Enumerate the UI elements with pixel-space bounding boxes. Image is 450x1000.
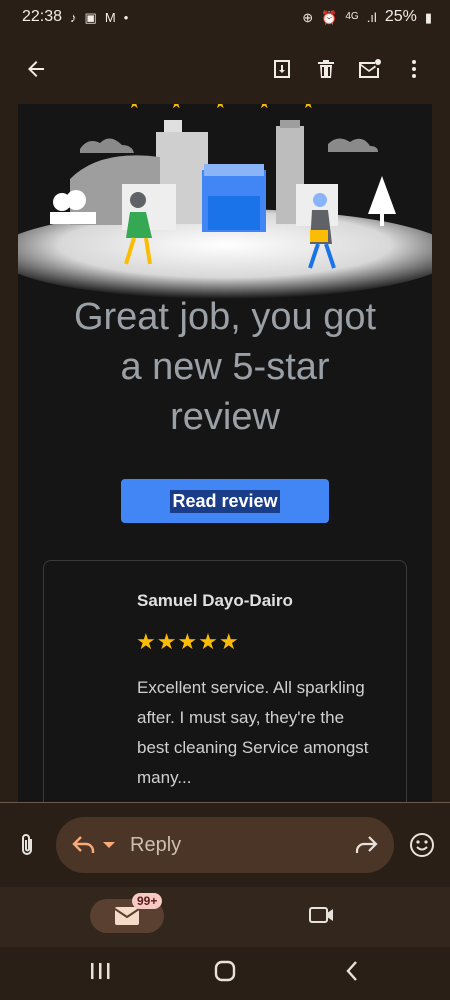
lock-icon: ⊕ bbox=[302, 9, 314, 25]
reply-field[interactable]: Reply bbox=[56, 817, 394, 873]
home-icon bbox=[214, 960, 236, 982]
hero-illustration: ★ ★ ★ ★ ★ bbox=[18, 104, 432, 299]
back-nav-button[interactable] bbox=[330, 949, 374, 993]
svg-text:★: ★ bbox=[214, 104, 227, 111]
headline: Great job, you got a new 5-star review bbox=[18, 292, 432, 442]
archive-icon bbox=[274, 60, 290, 78]
archive-button[interactable] bbox=[260, 47, 304, 91]
forward-icon[interactable] bbox=[354, 835, 378, 855]
more-vert-icon bbox=[412, 60, 416, 78]
trash-icon bbox=[318, 60, 334, 78]
svg-text:★: ★ bbox=[128, 104, 141, 111]
more-options-button[interactable] bbox=[392, 47, 436, 91]
chevron-down-icon[interactable] bbox=[102, 840, 116, 850]
tiktok-icon: ♪ bbox=[70, 9, 77, 25]
review-text-line: after. I must say, they're the bbox=[137, 708, 345, 727]
attach-button[interactable] bbox=[6, 823, 50, 867]
back-button[interactable] bbox=[14, 47, 58, 91]
alarm-icon: ⏰ bbox=[321, 9, 338, 25]
headline-line: Great job, you got bbox=[73, 296, 377, 338]
headline-line: review bbox=[170, 396, 280, 438]
mark-unread-button[interactable] bbox=[348, 47, 392, 91]
video-camera-icon bbox=[309, 907, 333, 923]
bottom-nav: 99+ bbox=[0, 887, 450, 947]
system-nav bbox=[0, 947, 450, 1000]
email-body: ★ ★ ★ ★ ★ Great job, you got a new 5-star r… bbox=[18, 104, 432, 804]
star-rating: ★★★★★ bbox=[136, 629, 240, 654]
reply-icon bbox=[72, 836, 95, 853]
review-text-line: best cleaning Service amongst bbox=[137, 738, 369, 757]
signal-icon: .ıl bbox=[366, 9, 377, 25]
headline-line: a new 5-star bbox=[120, 346, 330, 388]
arrow-left-icon bbox=[28, 61, 44, 77]
review-text: Excellent service. All sparkling after. … bbox=[137, 673, 387, 793]
reply-bar: Reply bbox=[0, 803, 450, 887]
paperclip-icon bbox=[22, 834, 32, 855]
read-review-button[interactable]: Read review bbox=[121, 479, 329, 523]
review-text-line: Excellent service. All sparkling bbox=[137, 678, 365, 697]
dot-icon: • bbox=[123, 9, 129, 25]
review-text-line: many... bbox=[137, 768, 192, 787]
review-card: Samuel Dayo-Dairo ★★★★★ Excellent servic… bbox=[43, 560, 407, 804]
status-bar: 22:38 ♪ ▣ M • ⊕ ⏰ 4G .ıl 25% ▮ bbox=[0, 0, 450, 34]
meet-tab[interactable] bbox=[300, 893, 344, 937]
svg-text:★: ★ bbox=[170, 104, 183, 111]
recent-apps-button[interactable] bbox=[78, 949, 122, 993]
reviewer-name: Samuel Dayo-Dairo bbox=[137, 591, 293, 610]
back-chevron-icon bbox=[346, 961, 357, 981]
read-review-label: Read review bbox=[170, 489, 280, 513]
clock: 22:38 bbox=[22, 8, 63, 25]
emoji-button[interactable] bbox=[400, 823, 444, 867]
unread-badge: 99+ bbox=[132, 893, 163, 909]
app-bar bbox=[0, 34, 450, 104]
home-button[interactable] bbox=[203, 949, 247, 993]
recents-icon bbox=[91, 963, 110, 979]
delete-button[interactable] bbox=[304, 47, 348, 91]
network-type: 4G bbox=[345, 11, 359, 22]
battery-icon: ▮ bbox=[424, 9, 432, 25]
reply-label: Reply bbox=[130, 833, 182, 856]
mail-icon bbox=[114, 907, 140, 925]
gmail-icon: M bbox=[104, 9, 116, 25]
emoji-icon bbox=[410, 833, 434, 857]
svg-text:★: ★ bbox=[258, 104, 271, 111]
battery-level: 25% bbox=[384, 8, 417, 25]
svg-text:★: ★ bbox=[302, 104, 315, 111]
gallery-icon: ▣ bbox=[84, 9, 97, 25]
mail-unread-icon bbox=[359, 59, 381, 78]
